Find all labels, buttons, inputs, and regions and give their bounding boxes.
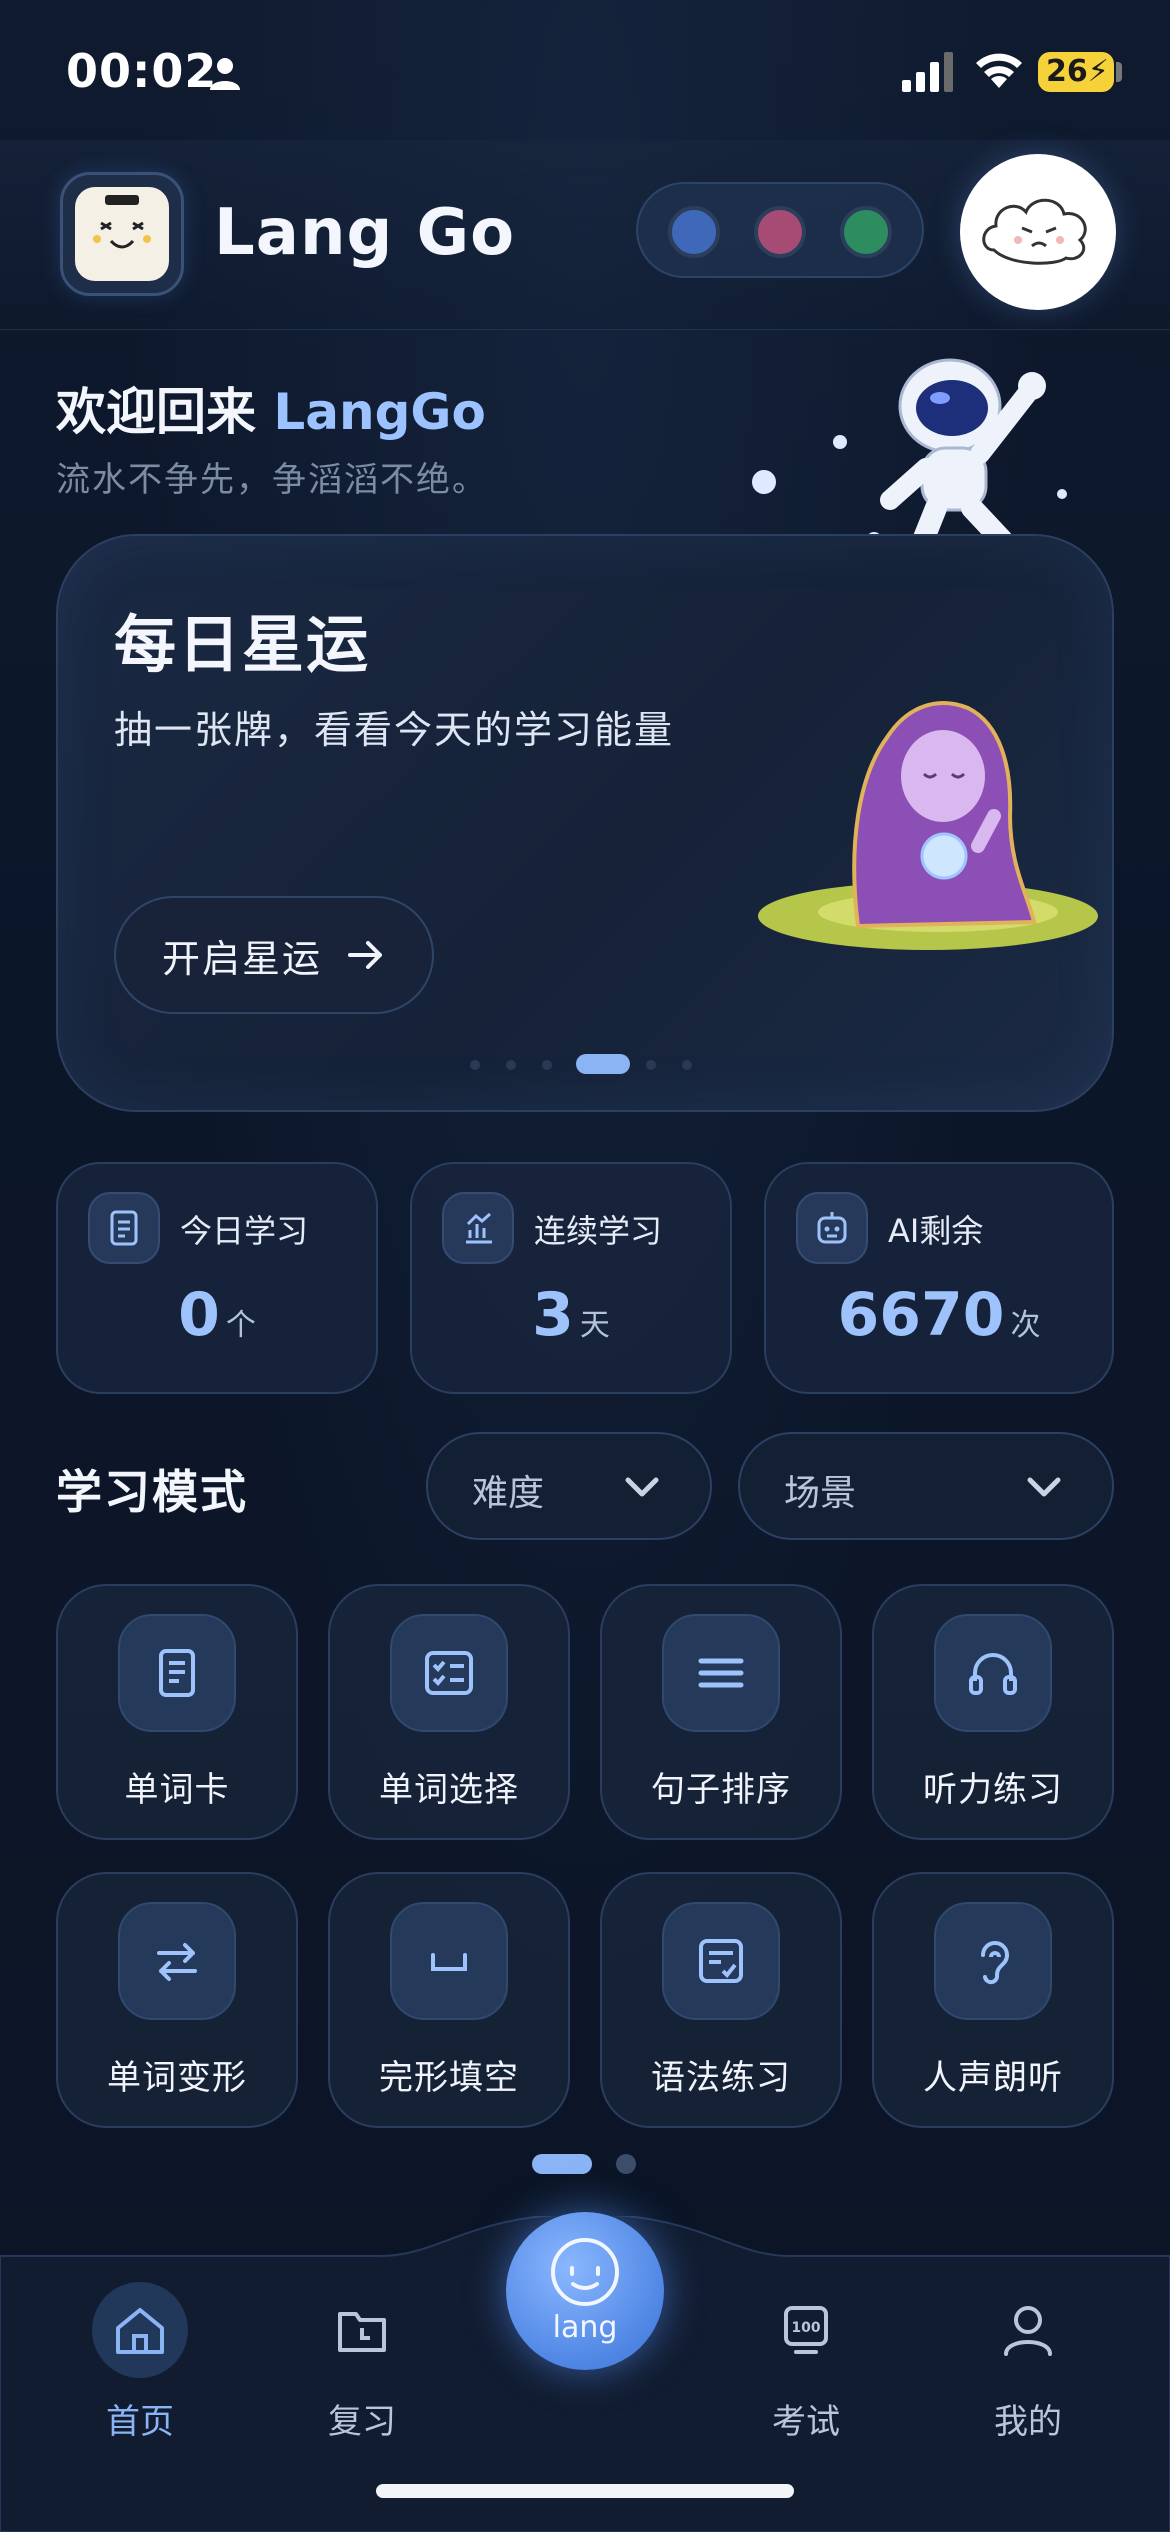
logo-face-icon bbox=[75, 187, 169, 281]
start-fortune-button[interactable]: 开启星运 bbox=[114, 896, 434, 1014]
app-logo[interactable] bbox=[60, 172, 184, 296]
score-100-icon: 100 bbox=[758, 2282, 854, 2378]
dropdown-label: 难度 bbox=[472, 1473, 545, 1514]
status-bar: 00:02 26⚡ bbox=[0, 0, 1170, 140]
mode-label: 单词卡 bbox=[124, 1770, 230, 1810]
chevron-down-icon bbox=[625, 1477, 659, 1497]
edit-doc-icon bbox=[662, 1902, 780, 2020]
stat-streak[interactable]: 连续学习 3天 bbox=[410, 1162, 732, 1394]
mode-voice-listen[interactable]: 人声朗听 bbox=[872, 1872, 1114, 2128]
card-description: 抽一张牌，看看今天的学习能量 bbox=[114, 708, 675, 752]
battery-indicator: 26⚡ bbox=[1038, 52, 1114, 92]
status-time: 00:02 bbox=[66, 44, 218, 98]
stat-label: 今日学习 bbox=[180, 1212, 309, 1250]
pager-dot[interactable] bbox=[506, 1060, 516, 1070]
document-icon bbox=[88, 1192, 160, 1264]
home-indicator[interactable] bbox=[376, 2484, 794, 2498]
start-fortune-label: 开启星运 bbox=[161, 936, 322, 981]
nav-exam[interactable]: 100 考试 bbox=[726, 2282, 886, 2452]
pager-dot-active[interactable] bbox=[576, 1054, 630, 1074]
theme-dot-green[interactable] bbox=[840, 206, 892, 258]
robot-icon bbox=[796, 1192, 868, 1264]
pager-dot[interactable] bbox=[542, 1060, 552, 1070]
card-title: 每日星运 bbox=[114, 608, 371, 681]
card-pager bbox=[470, 1054, 730, 1074]
pager-dot[interactable] bbox=[470, 1060, 480, 1070]
theme-dot-pink[interactable] bbox=[754, 206, 806, 258]
book-icon bbox=[118, 1614, 236, 1732]
stat-label: AI剩余 bbox=[888, 1212, 984, 1250]
pager-dot[interactable] bbox=[616, 2154, 636, 2174]
wizard-illustration bbox=[758, 701, 1098, 950]
center-lang-button[interactable]: lang bbox=[506, 2212, 664, 2370]
home-icon bbox=[92, 2282, 188, 2378]
nav-review[interactable]: 复习 bbox=[282, 2282, 442, 2452]
scene-dropdown[interactable]: 场景 bbox=[738, 1432, 1114, 1540]
center-button-label: lang bbox=[552, 2310, 618, 2345]
nav-label: 考试 bbox=[772, 2402, 840, 2442]
app-header: Lang Go bbox=[0, 140, 1170, 330]
modes-pager bbox=[532, 2152, 642, 2176]
stat-today-learning[interactable]: 今日学习 0个 bbox=[56, 1162, 378, 1394]
pager-dot-active[interactable] bbox=[532, 2154, 592, 2174]
cloud-mascot-icon bbox=[982, 198, 1087, 265]
difficulty-dropdown[interactable]: 难度 bbox=[426, 1432, 712, 1540]
growth-chart-icon bbox=[442, 1192, 514, 1264]
smiley-icon bbox=[551, 2238, 619, 2306]
mode-label: 完形填空 bbox=[379, 2058, 519, 2098]
mode-sentence-order[interactable]: 句子排序 bbox=[600, 1584, 842, 1840]
stat-value: 0个 bbox=[178, 1280, 256, 1350]
mode-grammar[interactable]: 语法练习 bbox=[600, 1872, 842, 2128]
nav-me[interactable]: 我的 bbox=[948, 2282, 1108, 2452]
mode-listening[interactable]: 听力练习 bbox=[872, 1584, 1114, 1840]
mode-label: 单词变形 bbox=[107, 2058, 247, 2098]
mode-cloze[interactable]: 完形填空 bbox=[328, 1872, 570, 2128]
dropdown-label: 场景 bbox=[784, 1473, 857, 1514]
mode-word-card[interactable]: 单词卡 bbox=[56, 1584, 298, 1840]
folder-clock-icon bbox=[314, 2282, 410, 2378]
svg-text:100: 100 bbox=[791, 2320, 820, 2336]
swap-arrows-icon bbox=[118, 1902, 236, 2020]
chevron-down-icon bbox=[1027, 1477, 1061, 1497]
welcome-subtitle: 流水不争先，争滔滔不绝。 bbox=[56, 460, 488, 500]
pager-dot[interactable] bbox=[646, 1060, 656, 1070]
nav-home[interactable]: 首页 bbox=[60, 2282, 220, 2452]
nav-label: 我的 bbox=[994, 2402, 1062, 2442]
mode-label: 句子排序 bbox=[651, 1770, 791, 1810]
theme-selector bbox=[636, 182, 924, 278]
mode-label: 人声朗听 bbox=[923, 2058, 1063, 2098]
ear-icon bbox=[934, 1902, 1052, 2020]
person-icon bbox=[210, 58, 240, 90]
mode-label: 语法练习 bbox=[651, 2058, 791, 2098]
mode-word-form[interactable]: 单词变形 bbox=[56, 1872, 298, 2128]
arrow-right-icon bbox=[348, 941, 382, 969]
stat-ai-remaining[interactable]: AI剩余 6670 次 bbox=[764, 1162, 1114, 1394]
checklist-icon bbox=[390, 1614, 508, 1732]
app-title: Lang Go bbox=[214, 196, 516, 270]
user-icon bbox=[980, 2282, 1076, 2378]
welcome-username: LangGo bbox=[273, 383, 486, 441]
mode-label: 听力练习 bbox=[923, 1770, 1063, 1810]
app-screen: 00:02 26⚡ Lang Go 欢迎回来 LangGo 流水不争先，争滔滔不… bbox=[0, 0, 1170, 2532]
headphones-icon bbox=[934, 1614, 1052, 1732]
stat-value: 3天 bbox=[532, 1280, 610, 1350]
stat-label: 连续学习 bbox=[534, 1212, 663, 1250]
mode-word-choice[interactable]: 单词选择 bbox=[328, 1584, 570, 1840]
battery-cap bbox=[1116, 62, 1122, 82]
blank-icon bbox=[390, 1902, 508, 2020]
signal-icon bbox=[902, 52, 953, 92]
theme-dot-blue[interactable] bbox=[668, 206, 720, 258]
lines-icon bbox=[662, 1614, 780, 1732]
stat-value: 6670 次 bbox=[837, 1280, 1041, 1350]
nav-label: 复习 bbox=[328, 2402, 396, 2442]
pager-dot[interactable] bbox=[682, 1060, 692, 1070]
nav-label: 首页 bbox=[106, 2402, 174, 2442]
welcome-heading: 欢迎回来 LangGo bbox=[56, 383, 486, 441]
learning-modes-title: 学习模式 bbox=[56, 1465, 248, 1519]
mode-label: 单词选择 bbox=[379, 1770, 519, 1810]
wifi-icon bbox=[976, 53, 1022, 88]
cloud-avatar[interactable] bbox=[960, 154, 1116, 310]
daily-fortune-card[interactable]: 每日星运 抽一张牌，看看今天的学习能量 开启星运 bbox=[56, 534, 1114, 1112]
